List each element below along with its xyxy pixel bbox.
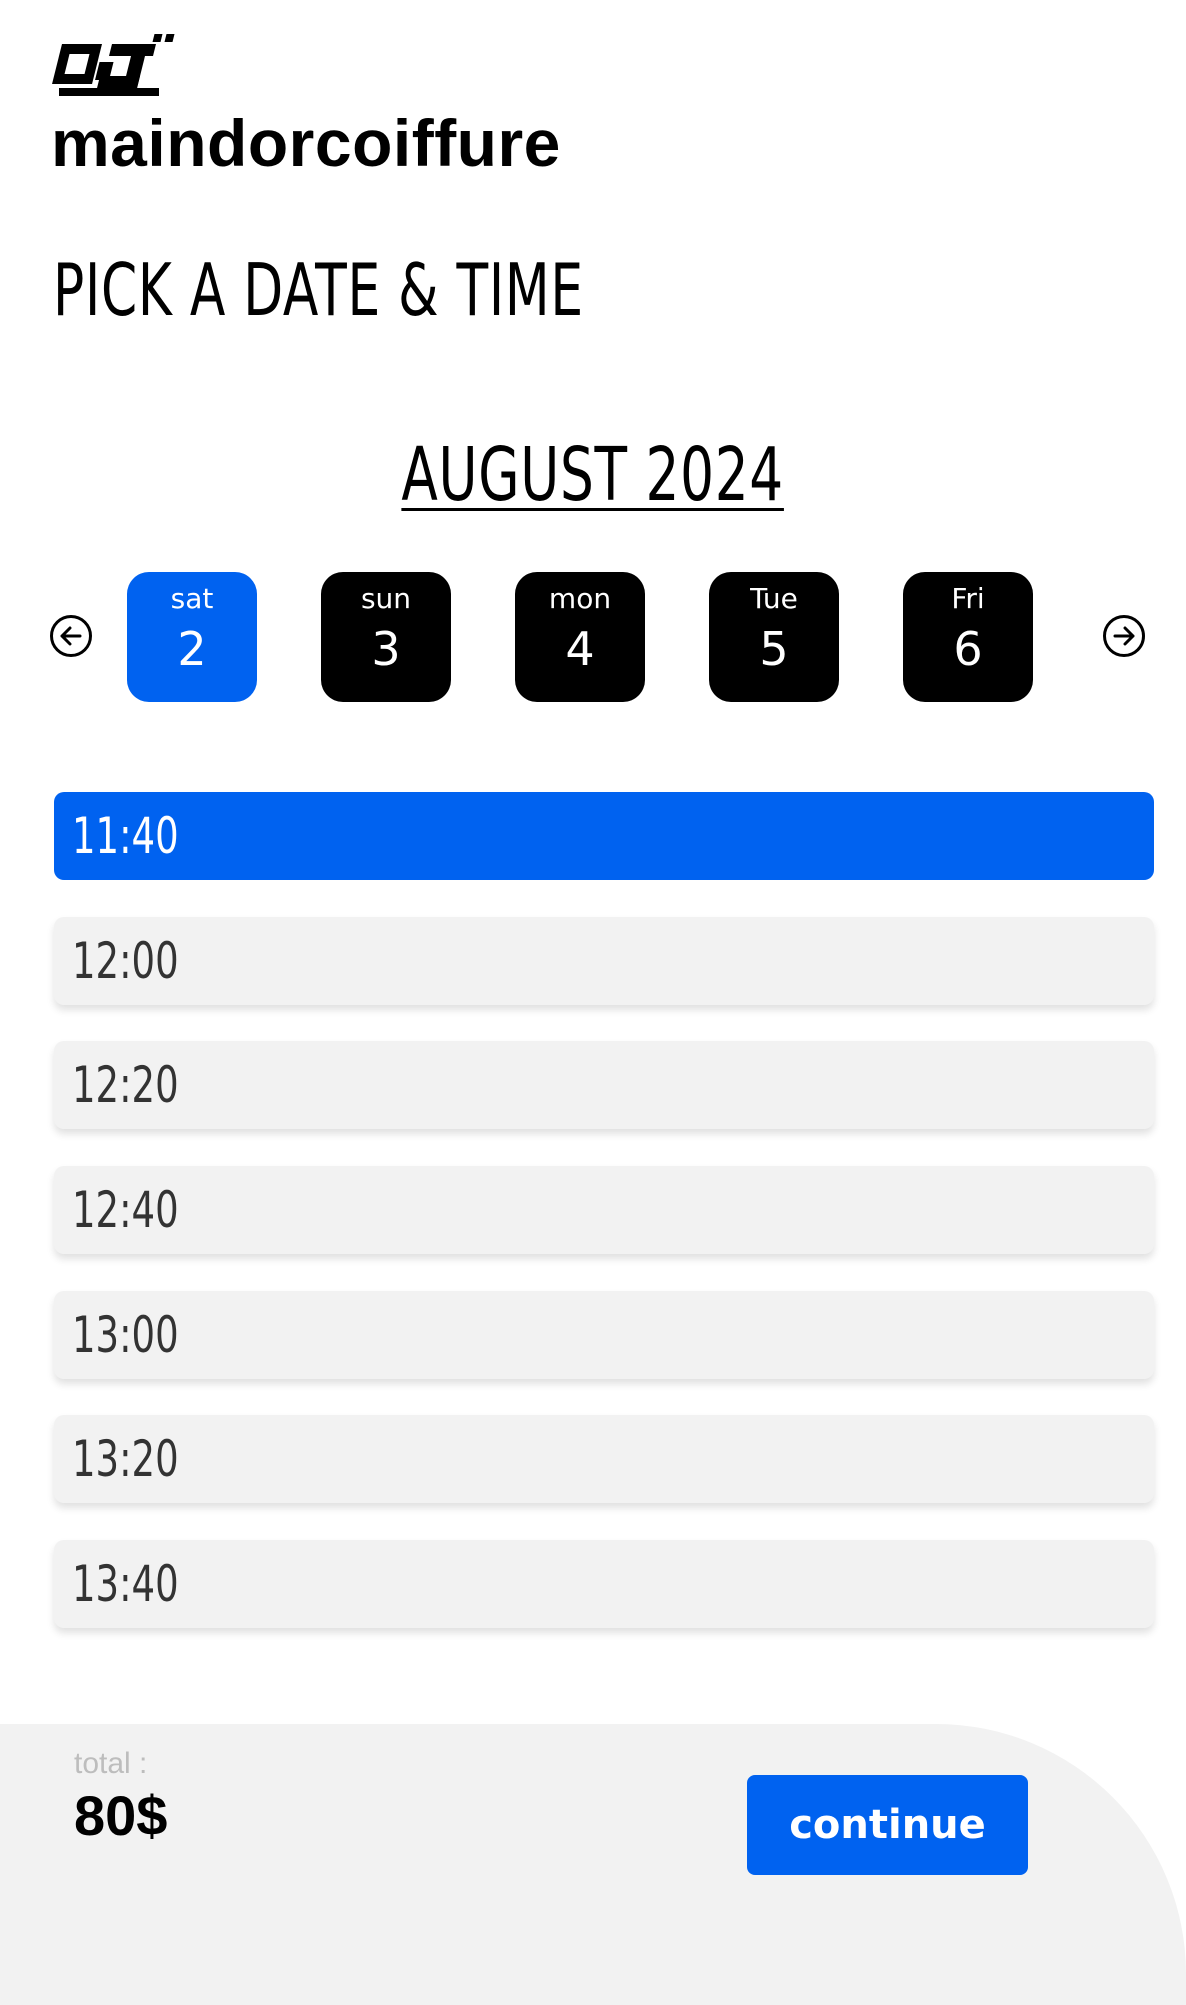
day-of-week: Tue — [750, 582, 798, 615]
arrow-left-circle-icon[interactable] — [49, 614, 93, 658]
day-number: 6 — [953, 622, 983, 676]
day-number: 5 — [759, 622, 789, 676]
time-slot[interactable]: 12:40 — [54, 1166, 1154, 1254]
month-heading: AUGUST 2024 — [0, 430, 1186, 520]
day-card-sat-2[interactable]: sat 2 — [127, 572, 257, 702]
day-of-week: sun — [360, 582, 412, 615]
time-slot[interactable]: 13:00 — [54, 1291, 1154, 1379]
day-number: 2 — [177, 622, 207, 676]
arrow-right-circle-icon[interactable] — [1102, 614, 1146, 658]
brand-name: maindorcoiffure — [51, 106, 561, 180]
total-price: 80$ — [74, 1784, 168, 1847]
brand-logo — [52, 34, 175, 96]
time-slot-label: 13:20 — [72, 1430, 179, 1488]
time-slot-label: 13:00 — [72, 1306, 179, 1364]
time-slot[interactable]: 11:40 — [54, 792, 1154, 880]
day-card-mon-4[interactable]: mon 4 — [515, 572, 645, 702]
day-of-week: sat — [170, 582, 214, 615]
continue-button[interactable]: continue — [747, 1775, 1028, 1875]
time-slot[interactable]: 12:00 — [54, 917, 1154, 1005]
day-of-week: mon — [548, 582, 612, 615]
checkout-footer: total : 80$ continue — [0, 1724, 1186, 2005]
day-of-week: Fri — [951, 582, 985, 615]
day-card-fri-6[interactable]: Fri 6 — [903, 572, 1033, 702]
time-slot-label: 12:00 — [72, 932, 179, 990]
page-title: PICK A DATE & TIME — [53, 248, 584, 332]
time-slot-label: 12:40 — [72, 1181, 179, 1239]
time-slot[interactable]: 12:20 — [54, 1041, 1154, 1129]
day-number: 3 — [371, 622, 401, 676]
time-slot-label: 13:40 — [72, 1555, 179, 1613]
time-slot-label: 12:20 — [72, 1056, 179, 1114]
time-slot-label: 11:40 — [72, 807, 179, 865]
total-label: total : — [74, 1747, 148, 1780]
month-label: AUGUST 2024 — [401, 432, 785, 518]
day-card-sun-3[interactable]: sun 3 — [321, 572, 451, 702]
day-number: 4 — [565, 622, 595, 676]
time-slot[interactable]: 13:40 — [54, 1540, 1154, 1628]
day-card-tue-5[interactable]: Tue 5 — [709, 572, 839, 702]
time-slot[interactable]: 13:20 — [54, 1415, 1154, 1503]
